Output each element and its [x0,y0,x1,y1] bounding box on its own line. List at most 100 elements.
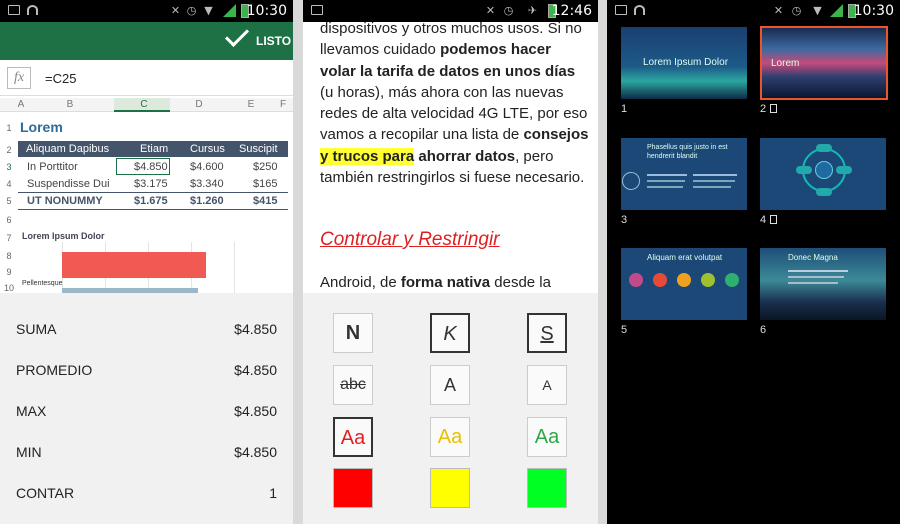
underline-button[interactable]: S [527,313,567,353]
table-cell[interactable]: $4.850 [134,161,168,173]
slide-number: 1 [621,103,628,115]
signal-icon [223,4,236,17]
text-placeholder [788,270,848,272]
notes-icon [770,104,778,113]
column-header[interactable]: B [50,98,90,112]
table-cell[interactable]: $165 [253,178,277,190]
slide-number: 6 [760,324,767,336]
sheet-title[interactable]: Lorem [20,119,63,135]
row-header[interactable]: 7 [2,233,16,243]
highlight-yellow-swatch[interactable] [430,468,470,508]
gallery-icon [8,5,20,15]
slide-thumbnail[interactable]: Lorem Ipsum Dolor [621,27,747,99]
strikethrough-button[interactable]: abc [333,365,373,405]
doc-text: desde la [490,274,551,291]
mute-icon: ✕ [773,4,784,17]
table-cell[interactable]: UT NONUMMY [27,195,103,207]
table-cell[interactable]: $3.175 [134,178,168,190]
slide-thumbnail[interactable] [760,138,886,210]
diagram-node [816,144,832,152]
bubble [725,273,739,287]
wifi-icon [634,5,645,15]
table-cell[interactable]: $1.675 [134,195,168,207]
highlight-green-swatch[interactable] [527,468,567,508]
bubble [629,273,643,287]
status-bar: ✕ ◷ ▼ 10:30 [607,0,900,22]
gridline [234,242,235,294]
table-header-cell[interactable]: Aliquam Dapibus [26,143,109,155]
column-header[interactable]: F [277,98,289,112]
airplane-icon: ✈ [527,4,538,17]
gallery-icon [311,5,323,15]
divider [598,0,607,524]
slide-title: Phasellus quis justo in est hendrerit bl… [647,144,728,160]
slide-thumbnail[interactable]: Donec Magna [760,248,886,320]
table-cell[interactable]: $1.260 [190,195,224,207]
clock: 10:30 [246,3,287,19]
column-header[interactable]: C [122,98,166,112]
slide-title: Lorem Ipsum Dolor [643,57,729,68]
slide-number: 5 [621,324,628,336]
row-header[interactable]: 2 [2,145,16,155]
row-header[interactable]: 1 [2,123,16,133]
stat-row: MAX $4.850 [16,403,277,423]
table-header-cell[interactable]: Cursus [190,143,225,155]
slide-number-text: 2 [760,103,767,115]
diagram-node [836,166,852,174]
globe-icon [622,172,640,190]
highlight-red-swatch[interactable] [333,468,373,508]
table-cell[interactable]: $4.600 [190,161,224,173]
stat-label: CONTAR [16,485,75,501]
document-body[interactable]: dispositivos y otros muchos usos. Si no … [320,18,590,188]
fx-icon[interactable]: fx [7,67,31,89]
text-placeholder [788,282,838,284]
text-color-yellow-button[interactable]: Aa [430,417,470,457]
doc-highlighted-text: y trucos para [320,147,415,165]
chart-title[interactable]: Lorem Ipsum Dolor [22,231,105,241]
bubble [653,273,667,287]
table-cell[interactable]: $250 [253,161,277,173]
table-cell[interactable]: In Porttitor [27,161,78,173]
text-color-red-button[interactable]: Aa [333,417,373,457]
mute-icon: ✕ [170,4,181,17]
slide-thumbnail[interactable]: Phasellus quis justo in est hendrerit bl… [621,138,747,210]
column-header[interactable]: A [16,98,26,112]
done-button[interactable]: LISTO [256,34,291,48]
row-header[interactable]: 4 [2,179,16,189]
slide-thumbnail-selected[interactable]: Lorem [760,26,888,100]
row-header[interactable]: 3 [2,162,16,172]
stat-value: $4.850 [234,444,277,460]
row-header[interactable]: 5 [2,196,16,206]
text-color-green-button[interactable]: Aa [527,417,567,457]
stat-row: CONTAR 1 [16,485,277,505]
slide-thumbnail[interactable]: Aliquam erat volutpat [621,248,747,320]
doc-paragraph[interactable]: Android, de forma nativa desde la [320,274,551,291]
formula-input[interactable]: =C25 [45,71,76,86]
table-header-cell[interactable]: Etiam [140,143,168,155]
stat-label: MIN [16,444,42,460]
row-header[interactable]: 10 [2,283,16,293]
doc-heading[interactable]: Controlar y Restringir [320,229,500,251]
row-header[interactable]: 9 [2,267,16,277]
divider [18,209,288,210]
shrink-font-button[interactable]: A [527,365,567,405]
row-header[interactable]: 8 [2,251,16,261]
table-cell[interactable]: Suspendisse Dui [27,178,110,190]
column-header[interactable]: D [180,98,218,112]
grow-font-button[interactable]: A [430,365,470,405]
stat-value: 1 [269,485,277,501]
bold-button[interactable]: N [333,313,373,353]
table-cell[interactable]: $3.340 [190,178,224,190]
status-bar: ✕ ◷ ✈ 12:46 [303,0,598,22]
text-placeholder [647,174,687,176]
chart-bar[interactable] [62,252,206,278]
table-cell[interactable]: $415 [253,195,277,207]
column-header[interactable]: E [232,98,270,112]
row-header[interactable]: 6 [2,215,16,225]
italic-button[interactable]: K [430,313,470,353]
format-panel: N K S abc A A Aa Aa Aa [303,293,598,524]
wifi-icon: ▼ [813,4,822,17]
stat-row: SUMA $4.850 [16,321,277,341]
text-placeholder [693,180,735,182]
table-header-cell[interactable]: Suscipit [239,143,278,155]
